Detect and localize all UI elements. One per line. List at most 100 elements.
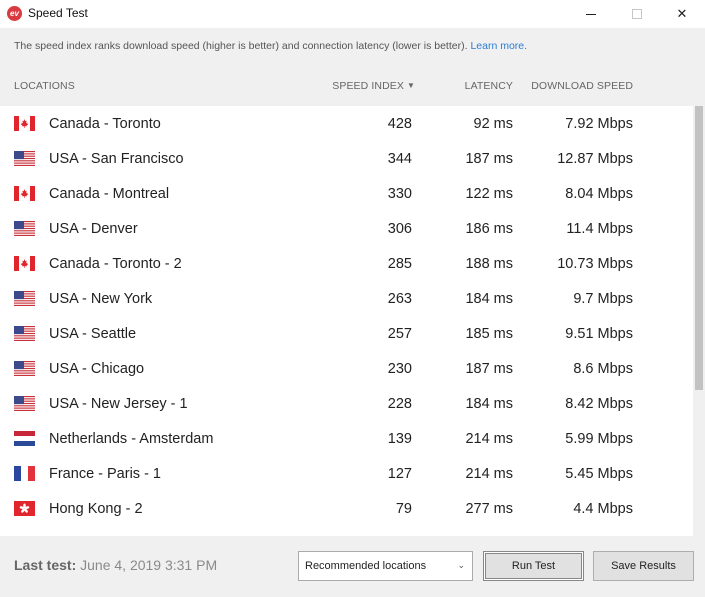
- speed-index-value: 263: [387, 291, 412, 307]
- location-row[interactable]: Canada - Toronto 428 92 ms 7.92 Mbps: [0, 107, 693, 142]
- latency-value: 214 ms: [465, 466, 513, 482]
- save-results-button[interactable]: Save Results: [593, 551, 694, 581]
- latency-value: 184 ms: [465, 396, 513, 412]
- info-bar: The speed index ranks download speed (hi…: [0, 28, 705, 68]
- location-row[interactable]: USA - Denver 306 186 ms 11.4 Mbps: [0, 212, 693, 247]
- column-download-speed[interactable]: DOWNLOAD SPEED: [531, 80, 633, 92]
- location-row[interactable]: USA - Chicago 230 187 ms 8.6 Mbps: [0, 352, 693, 387]
- scrollbar[interactable]: [693, 106, 705, 536]
- location-list[interactable]: Canada - Toronto 428 92 ms 7.92 Mbps USA - S…: [0, 106, 693, 536]
- last-test-value: June 4, 2019 3:31 PM: [80, 557, 218, 573]
- usa-flag-icon: [14, 361, 35, 376]
- usa-flag-icon: [14, 326, 35, 341]
- maximize-button: [614, 0, 660, 28]
- speed-index-value: 330: [387, 186, 412, 202]
- location-name: France - Paris - 1: [49, 466, 161, 482]
- canada-flag-icon: [14, 256, 35, 271]
- usa-flag-icon: [14, 221, 35, 236]
- location-row[interactable]: USA - New York 263 184 ms 9.7 Mbps: [0, 282, 693, 317]
- close-button[interactable]: ✕: [659, 0, 705, 28]
- download-speed-value: 4.4 Mbps: [573, 501, 633, 517]
- learn-more-link[interactable]: Learn more.: [470, 40, 527, 52]
- download-speed-value: 9.7 Mbps: [573, 291, 633, 307]
- location-row[interactable]: Hong Kong - 2 79 277 ms 4.4 Mbps: [0, 492, 693, 527]
- column-header: LOCATIONS SPEED INDEX ▼ LATENCY DOWNLOAD …: [0, 68, 705, 106]
- location-row[interactable]: USA - Seattle 257 185 ms 9.51 Mbps: [0, 317, 693, 352]
- speed-index-value: 139: [387, 431, 412, 447]
- footer: Last test: June 4, 2019 3:31 PM Recommen…: [0, 536, 705, 597]
- location-name: Canada - Toronto - 2: [49, 256, 182, 272]
- latency-value: 187 ms: [465, 151, 513, 167]
- speed-index-value: 344: [387, 151, 412, 167]
- window-title: Speed Test: [28, 6, 88, 20]
- location-row[interactable]: USA - San Francisco 344 187 ms 12.87 Mbps: [0, 142, 693, 177]
- last-test-label: Last test:: [14, 557, 77, 573]
- latency-value: 186 ms: [465, 221, 513, 237]
- latency-value: 187 ms: [465, 361, 513, 377]
- location-name: USA - Seattle: [49, 326, 137, 342]
- maximize-icon: [632, 9, 642, 19]
- download-speed-value: 8.6 Mbps: [573, 361, 633, 377]
- minimize-icon: [586, 14, 596, 15]
- download-speed-value: 11.4 Mbps: [566, 221, 633, 237]
- latency-value: 188 ms: [465, 256, 513, 272]
- scrollbar-thumb[interactable]: [695, 106, 703, 390]
- info-text: The speed index ranks download speed (hi…: [14, 40, 527, 52]
- location-row[interactable]: France - Paris - 1 127 214 ms 5.45 Mbps: [0, 457, 693, 492]
- location-name: Netherlands - Amsterdam: [49, 431, 214, 447]
- latency-value: 277 ms: [465, 501, 513, 517]
- location-name: USA - San Francisco: [49, 151, 184, 167]
- netherlands-flag-icon: [14, 431, 35, 446]
- location-row[interactable]: Canada - Montreal 330 122 ms 8.04 Mbps: [0, 177, 693, 212]
- chevron-down-icon: ⌄: [457, 560, 465, 570]
- minimize-button[interactable]: [568, 0, 614, 28]
- usa-flag-icon: [14, 151, 35, 166]
- location-row[interactable]: Canada - Toronto - 2 285 188 ms 10.73 Mbps: [0, 247, 693, 282]
- location-filter-value: Recommended locations: [305, 560, 427, 572]
- download-speed-value: 8.04 Mbps: [565, 186, 633, 202]
- location-name: USA - Chicago: [49, 361, 145, 377]
- info-description: The speed index ranks download speed (hi…: [14, 40, 468, 52]
- location-row[interactable]: USA - New Jersey - 1 228 184 ms 8.42 Mbps: [0, 387, 693, 422]
- expressvpn-logo-icon: ev: [7, 6, 22, 21]
- speed-test-window: ev Speed Test ✕ The speed index ranks do…: [0, 0, 705, 597]
- location-name: USA - New York: [49, 291, 153, 307]
- download-speed-value: 9.51 Mbps: [565, 326, 633, 342]
- location-name: Canada - Montreal: [49, 186, 170, 202]
- usa-flag-icon: [14, 291, 35, 306]
- speed-index-value: 285: [387, 256, 412, 272]
- column-speed-index[interactable]: SPEED INDEX ▼: [332, 80, 415, 92]
- download-speed-value: 10.73 Mbps: [557, 256, 633, 272]
- download-speed-value: 8.42 Mbps: [565, 396, 633, 412]
- title-bar[interactable]: ev Speed Test ✕: [0, 0, 705, 28]
- france-flag-icon: [14, 466, 35, 481]
- location-row[interactable]: Netherlands - Amsterdam 139 214 ms 5.99 Mbp…: [0, 422, 693, 457]
- download-speed-value: 7.92 Mbps: [565, 116, 633, 132]
- speed-index-value: 306: [387, 221, 412, 237]
- speed-index-value: 230: [387, 361, 412, 377]
- close-icon: ✕: [676, 6, 688, 21]
- run-test-button[interactable]: Run Test: [483, 551, 584, 581]
- speed-index-value: 257: [387, 326, 412, 342]
- speed-index-value: 228: [387, 396, 412, 412]
- location-filter-select[interactable]: Recommended locations ⌄: [298, 551, 473, 581]
- usa-flag-icon: [14, 396, 35, 411]
- latency-value: 92 ms: [473, 116, 514, 132]
- location-name: Hong Kong - 2: [49, 501, 143, 517]
- canada-flag-icon: [14, 116, 35, 131]
- column-locations[interactable]: LOCATIONS: [14, 80, 75, 92]
- speed-index-value: 79: [395, 501, 412, 517]
- latency-value: 122 ms: [465, 186, 513, 202]
- download-speed-value: 12.87 Mbps: [557, 151, 633, 167]
- column-speed-index-label: SPEED INDEX: [332, 80, 404, 92]
- location-name: USA - Denver: [49, 221, 138, 237]
- latency-value: 214 ms: [465, 431, 513, 447]
- column-latency[interactable]: LATENCY: [465, 80, 513, 92]
- hongkong-flag-icon: [14, 501, 35, 516]
- sort-descending-icon: ▼: [406, 81, 415, 90]
- location-name: Canada - Toronto: [49, 116, 161, 132]
- canada-flag-icon: [14, 186, 35, 201]
- latency-value: 184 ms: [465, 291, 513, 307]
- last-test-info: Last test: June 4, 2019 3:31 PM: [14, 557, 217, 573]
- speed-index-value: 428: [387, 116, 412, 132]
